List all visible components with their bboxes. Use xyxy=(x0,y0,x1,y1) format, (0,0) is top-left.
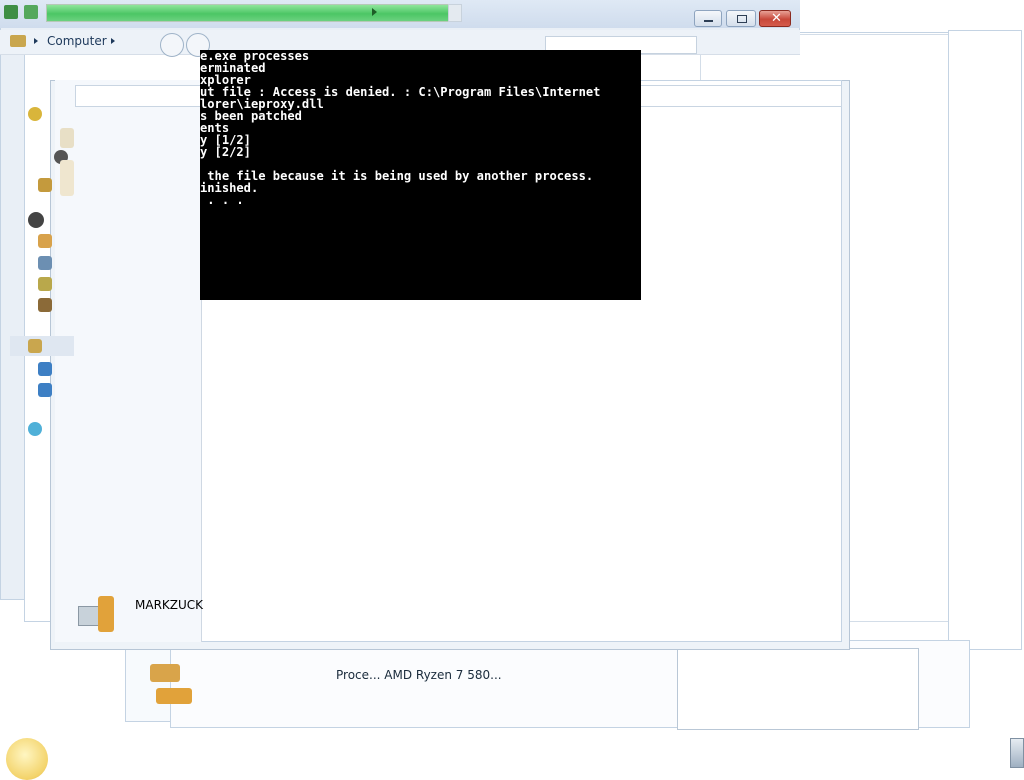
drive-icon[interactable] xyxy=(38,277,52,291)
minimize-icon xyxy=(704,20,713,22)
network-icon[interactable] xyxy=(38,383,52,397)
close-icon: ✕ xyxy=(771,11,782,26)
console-window[interactable]: e.exe processes erminated xplorer ut fil… xyxy=(200,50,641,300)
user-name[interactable]: MARKZUCK xyxy=(135,598,203,612)
computer-icon xyxy=(10,35,26,47)
computer-icon[interactable] xyxy=(28,339,42,353)
titlebar-icon-1 xyxy=(4,5,18,19)
background-window-4 xyxy=(948,30,1022,650)
console-output: e.exe processes erminated xplorer ut fil… xyxy=(200,50,641,206)
console-line: y [2/2] xyxy=(200,145,251,159)
disc-icon[interactable] xyxy=(28,212,44,228)
media-icon[interactable] xyxy=(38,256,52,270)
titlebar-icon-2 xyxy=(24,5,38,19)
user-icon[interactable] xyxy=(78,596,118,632)
copy-progress-bar xyxy=(46,4,450,22)
minimize-button[interactable] xyxy=(694,10,722,27)
background-window-7 xyxy=(677,648,919,730)
close-button[interactable]: ✕ xyxy=(759,10,791,27)
console-line: the file because it is being used by ano… xyxy=(200,169,594,183)
back-button[interactable] xyxy=(160,33,184,57)
show-desktop-button[interactable] xyxy=(1010,738,1024,768)
navigation-pane xyxy=(55,80,202,642)
smiley-icon[interactable] xyxy=(6,738,48,780)
network-icon[interactable] xyxy=(38,362,52,376)
maximize-icon xyxy=(737,15,747,23)
star-icon[interactable] xyxy=(28,107,42,121)
progress-marker-icon xyxy=(372,8,377,16)
console-line: . . . xyxy=(200,193,244,207)
folder-icon[interactable] xyxy=(38,178,52,192)
stack-icon[interactable] xyxy=(60,160,74,196)
processor-info: Proce... AMD Ryzen 7 580... xyxy=(336,668,502,682)
globe-icon[interactable] xyxy=(28,422,42,436)
program-icon xyxy=(156,688,192,704)
stack-icon[interactable] xyxy=(60,128,74,148)
drive-icon[interactable] xyxy=(38,234,52,248)
drive-icon[interactable] xyxy=(38,298,52,312)
chevron-right-icon[interactable] xyxy=(111,38,115,44)
maximize-button[interactable] xyxy=(726,10,756,27)
program-icon xyxy=(150,664,180,682)
progress-remaining xyxy=(448,4,462,22)
breadcrumb-computer[interactable]: Computer xyxy=(47,34,107,48)
chevron-right-icon[interactable] xyxy=(34,38,38,44)
selected-nav-item[interactable] xyxy=(10,336,74,356)
